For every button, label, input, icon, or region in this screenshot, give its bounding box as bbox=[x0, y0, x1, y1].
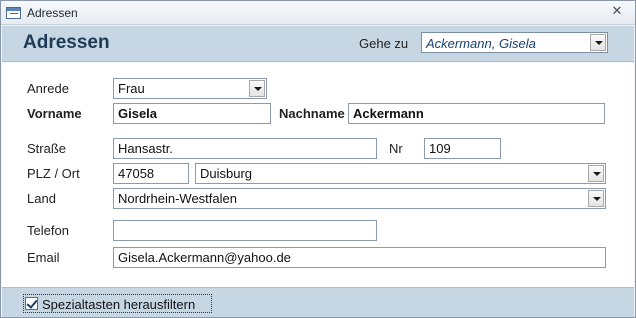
chevron-down-icon[interactable] bbox=[249, 80, 265, 97]
page-title: Adressen bbox=[23, 32, 110, 53]
nachname-field[interactable]: Ackermann bbox=[348, 103, 605, 124]
form-body: Anrede Frau Vorname Gisela Nachname Acke… bbox=[2, 63, 634, 287]
email-field[interactable]: Gisela.Ackermann@yahoo.de bbox=[113, 247, 606, 268]
land-label: Land bbox=[27, 191, 56, 206]
goto-combobox[interactable]: Ackermann, Gisela bbox=[421, 32, 608, 53]
vorname-label: Vorname bbox=[27, 106, 82, 121]
spezialtasten-label[interactable]: Spezialtasten herausfiltern bbox=[42, 297, 195, 312]
title-bar: Adressen ✕ bbox=[1, 1, 635, 25]
plz-field[interactable]: 47058 bbox=[113, 163, 189, 184]
anrede-label: Anrede bbox=[27, 81, 69, 96]
form-footer: Spezialtasten herausfiltern bbox=[2, 287, 634, 317]
close-icon[interactable]: ✕ bbox=[609, 4, 625, 20]
form-window: Adressen ✕ Adressen Gehe zu Ackermann, G… bbox=[0, 0, 636, 318]
strasse-field[interactable]: Hansastr. bbox=[113, 138, 377, 159]
spezialtasten-checkbox-control[interactable]: Spezialtasten herausfiltern bbox=[23, 294, 212, 313]
nr-field[interactable]: 109 bbox=[424, 138, 501, 159]
anrede-select[interactable]: Frau bbox=[113, 78, 267, 99]
chevron-down-icon[interactable] bbox=[590, 34, 606, 51]
chevron-down-icon[interactable] bbox=[588, 190, 604, 207]
email-label: Email bbox=[27, 250, 60, 265]
form-header: Adressen Gehe zu Ackermann, Gisela bbox=[2, 26, 634, 62]
telefon-field[interactable] bbox=[113, 220, 377, 241]
anrede-value: Frau bbox=[118, 81, 145, 96]
land-select[interactable]: Nordrhein-Westfalen bbox=[113, 188, 606, 209]
land-value: Nordrhein-Westfalen bbox=[118, 191, 237, 206]
ort-value: Duisburg bbox=[200, 166, 253, 181]
form-icon bbox=[6, 7, 21, 19]
nr-label: Nr bbox=[389, 141, 403, 156]
telefon-label: Telefon bbox=[27, 223, 69, 238]
goto-label: Gehe zu bbox=[359, 36, 409, 51]
window-title: Adressen bbox=[27, 6, 78, 20]
plz-ort-label: PLZ / Ort bbox=[27, 166, 80, 181]
checkbox-checked-icon[interactable] bbox=[25, 297, 38, 310]
goto-value: Ackermann, Gisela bbox=[426, 36, 536, 51]
nachname-label: Nachname bbox=[279, 106, 345, 121]
chevron-down-icon[interactable] bbox=[588, 165, 604, 182]
strasse-label: Straße bbox=[27, 141, 67, 156]
ort-select[interactable]: Duisburg bbox=[195, 163, 606, 184]
vorname-field[interactable]: Gisela bbox=[113, 103, 271, 124]
